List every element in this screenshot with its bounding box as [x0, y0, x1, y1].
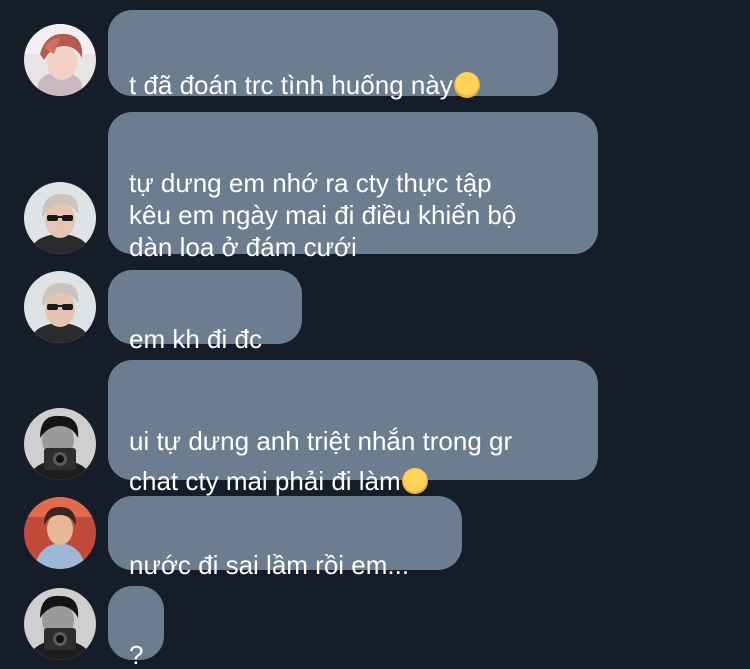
message-bubble: tự dưng em nhớ ra cty thực tập kêu em ng… — [108, 112, 598, 262]
avatar-red-bg-image — [24, 497, 96, 569]
message-text: tự dưng em nhớ ra cty thực tập kêu em ng… — [129, 168, 517, 262]
avatar-sunglasses-image — [24, 271, 96, 343]
message-text: em kh đi đc — [129, 324, 262, 354]
message-bubble: t đã đoán trc tình huống này — [108, 10, 558, 100]
avatar-pink-hair-image — [24, 24, 96, 96]
smiling-face-with-hearts-emoji — [453, 72, 480, 98]
avatar[interactable] — [24, 24, 96, 96]
message-bubble: ? — [108, 586, 164, 669]
frowning-face-emoji — [401, 468, 428, 494]
message-text: ui tự dưng anh triệt nhắn trong gr chat … — [129, 426, 513, 496]
avatar-camera-bw-image — [24, 588, 96, 660]
avatar[interactable] — [24, 497, 96, 569]
avatar-camera-bw-image — [24, 408, 96, 480]
message-bubble: ui tự dưng anh triệt nhắn trong gr chat … — [108, 360, 598, 496]
avatar-sunglasses-image — [24, 182, 96, 254]
avatar[interactable] — [24, 182, 96, 254]
message-bubble: em kh đi đc — [108, 270, 302, 354]
chat-conversation: t đã đoán trc tình huống này tự dưng em … — [0, 0, 750, 669]
avatar[interactable] — [24, 588, 96, 660]
message-bubble: nước đi sai lầm rồi em... — [108, 496, 462, 580]
message-text: t đã đoán trc tình huống này — [129, 70, 453, 100]
avatar[interactable] — [24, 408, 96, 480]
message-text: ? — [129, 640, 144, 669]
message-text: nước đi sai lầm rồi em... — [129, 550, 410, 580]
avatar[interactable] — [24, 271, 96, 343]
